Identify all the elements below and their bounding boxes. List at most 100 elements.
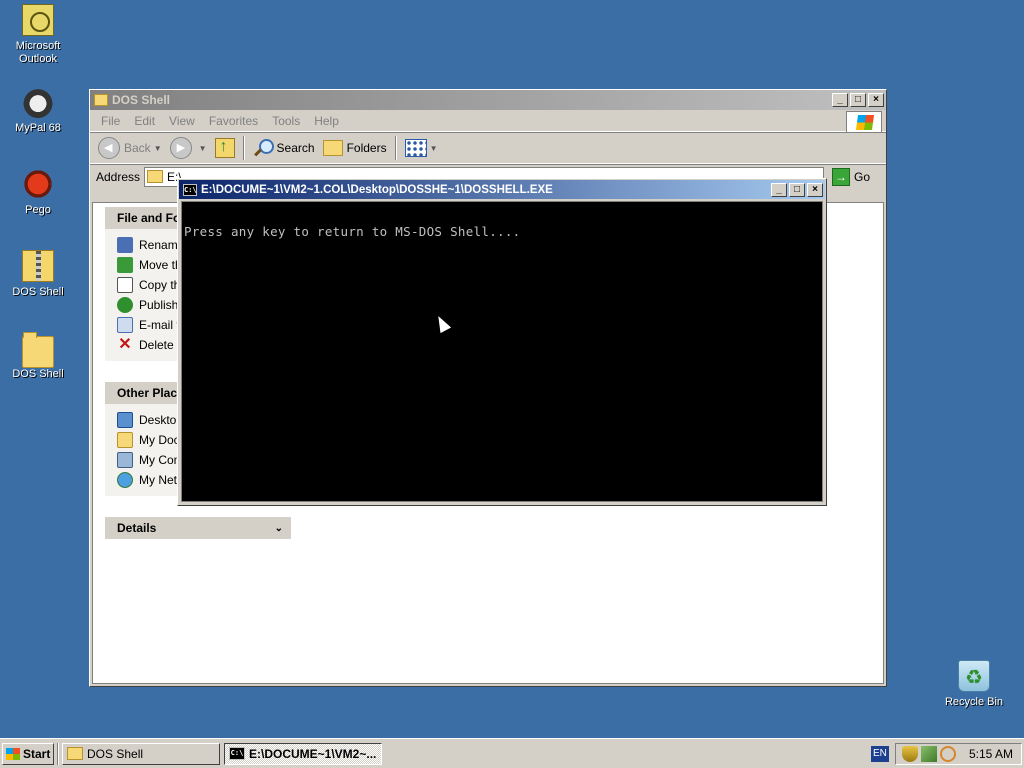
windows-logo-icon — [846, 111, 882, 133]
menu-view[interactable]: View — [162, 114, 202, 128]
forward-button[interactable]: ▼ — [166, 135, 211, 161]
taskbar-button-console[interactable]: C:\ E:\DOCUME~1\VM2~... — [224, 742, 382, 765]
close-button[interactable]: × — [868, 93, 884, 107]
task-label: Publish — [139, 298, 179, 312]
folder-icon — [67, 747, 83, 760]
panel-title: Details — [117, 521, 157, 535]
task-label: E-mail tl — [139, 318, 183, 332]
forward-arrow-icon — [169, 137, 192, 159]
address-label: Address — [96, 169, 141, 184]
desktop-icon-mypal[interactable]: MyPal 68 — [0, 86, 76, 135]
taskbar-button-dos-shell[interactable]: DOS Shell — [62, 742, 220, 765]
search-button[interactable]: Search — [249, 135, 319, 161]
go-button[interactable]: → Go — [832, 167, 871, 186]
folder-icon — [147, 170, 164, 183]
panel-title: Other Place — [117, 386, 184, 400]
chevron-down-icon[interactable]: ⌄ — [275, 523, 283, 534]
task-label: Delete t — [139, 338, 181, 352]
desktop-icon-pego[interactable]: Pego — [0, 168, 76, 217]
delete-icon: ✕ — [118, 336, 132, 353]
desktop-icon-recycle-bin[interactable]: Recycle Bin — [936, 660, 1012, 709]
go-arrow-icon: → — [832, 167, 851, 186]
command-prompt-icon: C:\ — [183, 183, 197, 196]
my-computer-icon — [117, 452, 133, 468]
folder-up-icon — [214, 138, 235, 158]
my-documents-icon — [117, 432, 133, 448]
search-label: Search — [276, 141, 315, 155]
network-icon — [117, 472, 133, 488]
console-titlebar[interactable]: C:\ E:\DOCUME~1\VM2~1.COL\Desktop\DOSSHE… — [179, 180, 825, 199]
close-button[interactable]: × — [807, 182, 823, 197]
panel-header[interactable]: Details ⌄ — [105, 517, 291, 539]
move-icon — [117, 257, 133, 273]
panel-title: File and Fo — [117, 211, 181, 225]
folders-button[interactable]: Folders — [319, 135, 391, 161]
email-icon — [117, 317, 133, 333]
views-icon — [404, 139, 427, 157]
start-label: Start — [23, 746, 51, 761]
zip-folder-icon — [22, 250, 54, 282]
menu-edit[interactable]: Edit — [127, 114, 162, 128]
command-prompt-icon: C:\ — [229, 747, 245, 760]
desktop-icon-label: Microsoft Outlook — [15, 40, 61, 65]
menu-help[interactable]: Help — [307, 114, 346, 128]
network-icon[interactable] — [920, 745, 937, 762]
explorer-titlebar[interactable]: DOS Shell _ □ × — [90, 90, 886, 110]
toolbar-separator — [394, 136, 397, 160]
recycle-bin-icon — [958, 660, 990, 692]
back-button[interactable]: Back ▼ — [94, 135, 166, 161]
window-title: E:\DOCUME~1\VM2~1.COL\Desktop\DOSSHE~1\D… — [201, 183, 553, 196]
chevron-down-icon: ▼ — [198, 143, 207, 153]
clock[interactable]: 5:15 AM — [969, 747, 1013, 761]
folders-icon — [322, 140, 343, 156]
back-arrow-icon — [98, 137, 120, 159]
minimize-button[interactable]: _ — [771, 182, 787, 197]
toolbar-separator — [242, 136, 245, 160]
details-panel: Details ⌄ — [105, 517, 291, 539]
folder-icon — [94, 94, 108, 106]
system-tray: EN 5:15 AM — [870, 742, 1022, 765]
desktop-icon-label: MyPal 68 — [15, 122, 61, 134]
chevron-down-icon: ▼ — [429, 143, 438, 153]
menu-favorites[interactable]: Favorites — [202, 114, 265, 128]
taskbar-separator — [57, 742, 59, 765]
console-text: Press any key to return to MS-DOS Shell.… — [184, 224, 521, 239]
maximize-button[interactable]: □ — [789, 182, 805, 197]
views-button[interactable]: ▼ — [401, 135, 442, 161]
desktop-icon-label: Recycle Bin — [944, 696, 1004, 708]
windows-logo-icon — [6, 747, 20, 760]
menu-file[interactable]: File — [94, 114, 127, 128]
taskbar: Start DOS Shell C:\ E:\DOCUME~1\VM2~... … — [0, 738, 1024, 768]
start-button[interactable]: Start — [2, 742, 54, 765]
folders-label: Folders — [346, 141, 387, 155]
notification-area: 5:15 AM — [894, 742, 1022, 765]
console-output[interactable]: Press any key to return to MS-DOS Shell.… — [181, 201, 823, 502]
folder-icon — [22, 332, 54, 368]
up-button[interactable] — [211, 135, 239, 161]
console-window: C:\ E:\DOCUME~1\VM2~1.COL\Desktop\DOSSHE… — [177, 178, 827, 506]
publish-icon — [117, 297, 133, 313]
mypal-browser-icon — [22, 86, 54, 118]
desktop-icon-dosshell-zip[interactable]: DOS Shell — [0, 250, 76, 299]
pego-icon — [22, 168, 54, 200]
menu-bar: File Edit View Favorites Tools Help — [90, 110, 886, 133]
task-label: Move th — [139, 258, 182, 272]
security-shield-icon[interactable] — [901, 745, 918, 762]
chevron-down-icon: ▼ — [153, 143, 162, 153]
search-icon — [253, 138, 274, 158]
menu-tools[interactable]: Tools — [265, 114, 307, 128]
desktop-icon — [117, 412, 133, 428]
desktop-icon-label: Pego — [25, 204, 51, 216]
minimize-button[interactable]: _ — [832, 93, 848, 107]
back-label: Back — [124, 141, 151, 155]
search-icon[interactable] — [939, 745, 956, 762]
desktop-icon-outlook[interactable]: Microsoft Outlook — [0, 4, 76, 66]
taskbar-button-label: DOS Shell — [87, 746, 144, 761]
copy-icon — [117, 277, 133, 293]
language-indicator[interactable]: EN — [870, 745, 889, 762]
taskbar-button-label: E:\DOCUME~1\VM2~... — [249, 746, 377, 761]
maximize-button[interactable]: □ — [850, 93, 866, 107]
desktop-icon-dosshell-folder[interactable]: DOS Shell — [0, 332, 76, 381]
rename-icon — [117, 237, 133, 253]
go-label: Go — [854, 169, 871, 184]
